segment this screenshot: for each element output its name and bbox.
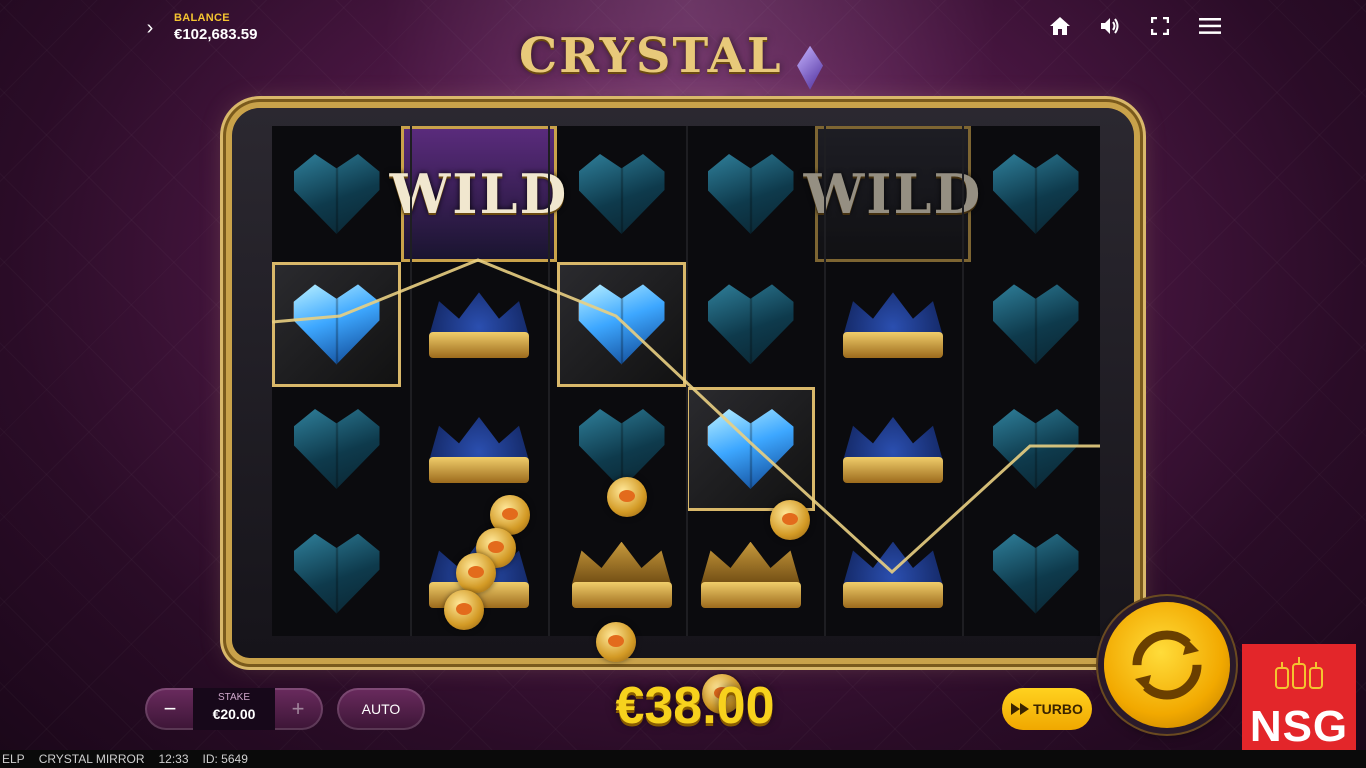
autoplay-button[interactable]: AUTO — [337, 688, 425, 730]
diamond-heart-symbol — [293, 284, 380, 365]
reel-cell — [815, 387, 971, 512]
reel-cell — [686, 386, 815, 512]
crown-symbol — [837, 409, 949, 489]
turbo-label: TURBO — [1033, 701, 1083, 717]
reel-cell — [272, 262, 401, 387]
balance-display: BALANCE €102,683.59 — [174, 12, 257, 43]
spin-arrows-icon — [1132, 630, 1202, 700]
diamond-heart-symbol — [578, 284, 665, 365]
crown-symbol — [423, 409, 535, 489]
coin-icon — [770, 500, 810, 540]
reel-cell — [971, 511, 1100, 636]
diamond-heart-symbol — [707, 284, 794, 365]
top-toolbar — [1048, 14, 1222, 38]
diamond-heart-symbol — [992, 408, 1079, 489]
coin-icon — [607, 477, 647, 517]
nsg-text: NSG — [1249, 702, 1349, 751]
wild-symbol: WILD — [804, 126, 980, 262]
footer-game-name: CRYSTAL MIRROR — [38, 752, 145, 766]
reel-divider — [962, 126, 964, 636]
chevron-right-icon[interactable]: › — [140, 16, 160, 40]
reel-cell — [557, 126, 686, 262]
reel-cell — [686, 126, 815, 262]
crown-symbol — [566, 534, 678, 614]
reel-cell: WILD — [390, 126, 566, 262]
sound-icon[interactable] — [1098, 14, 1122, 38]
nsg-emblem-icon — [1275, 657, 1323, 689]
win-amount: €38.00 — [615, 677, 775, 735]
diamond-heart-symbol — [293, 408, 380, 489]
diamond-heart-symbol — [707, 154, 794, 234]
reel-cell — [815, 511, 971, 636]
diamond-heart-symbol — [293, 533, 380, 614]
coin-icon — [456, 553, 496, 593]
diamond-heart-symbol — [578, 154, 665, 234]
crown-symbol — [837, 534, 949, 614]
stake-display: STAKE €20.00 — [193, 688, 275, 730]
reel-cell — [401, 387, 557, 512]
crown-symbol — [837, 284, 949, 364]
crown-symbol — [423, 284, 535, 364]
status-footer: ELP CRYSTAL MIRROR 12:33 ID: 5649 — [0, 750, 1366, 768]
coin-icon — [444, 590, 484, 630]
stake-control: − STAKE €20.00 + — [145, 688, 323, 730]
logo-word-crystal: CRYSTAL — [518, 28, 783, 84]
reel-cell — [401, 262, 557, 387]
balance-value: €102,683.59 — [174, 26, 258, 43]
reel-cell — [971, 126, 1100, 262]
reel-divider — [686, 126, 688, 636]
fullscreen-icon[interactable] — [1148, 14, 1172, 38]
reel-cell — [815, 262, 971, 387]
stake-value: €20.00 — [212, 706, 256, 722]
crown-symbol — [695, 534, 807, 614]
wild-label: WILD — [803, 162, 983, 226]
reel-cell — [971, 387, 1100, 512]
turbo-button[interactable]: TURBO — [1002, 688, 1092, 730]
reel-cell — [557, 511, 686, 636]
reel-cell — [971, 262, 1100, 387]
reel-divider — [410, 126, 412, 636]
diamond-heart-symbol — [992, 154, 1079, 234]
footer-id: ID: 5649 — [202, 752, 248, 766]
reel-divider — [548, 126, 550, 636]
wild-symbol: WILD — [390, 126, 566, 262]
footer-code: ELP — [2, 752, 25, 766]
stake-label: STAKE — [217, 692, 251, 703]
home-icon[interactable] — [1048, 14, 1072, 38]
diamond-heart-symbol — [707, 408, 794, 489]
stake-increase-button[interactable]: + — [275, 688, 321, 730]
wild-label: WILD — [389, 162, 569, 226]
reel-cell — [272, 387, 401, 512]
coin-icon — [596, 622, 636, 662]
diamond-heart-symbol — [992, 284, 1079, 365]
reel-cell — [272, 126, 401, 262]
diamond-heart-symbol — [293, 154, 380, 234]
reel-cell — [272, 511, 401, 636]
reel-cell — [686, 262, 815, 387]
fast-forward-icon — [1011, 703, 1030, 715]
reel-cell: WILD — [804, 126, 980, 262]
nsg-logo: NSG — [1242, 644, 1356, 758]
game-logo: CRYSTAL MIRROR — [436, 28, 916, 146]
hamburger-menu-icon[interactable] — [1198, 14, 1222, 38]
reel-cell — [557, 262, 686, 387]
stake-decrease-button[interactable]: − — [147, 688, 193, 730]
footer-time: 12:33 — [158, 752, 189, 766]
spin-button[interactable] — [1104, 602, 1230, 728]
reel-divider — [824, 126, 826, 636]
balance-label: BALANCE — [174, 12, 230, 24]
diamond-heart-symbol — [992, 533, 1079, 614]
logo-gem-icon — [797, 45, 824, 90]
